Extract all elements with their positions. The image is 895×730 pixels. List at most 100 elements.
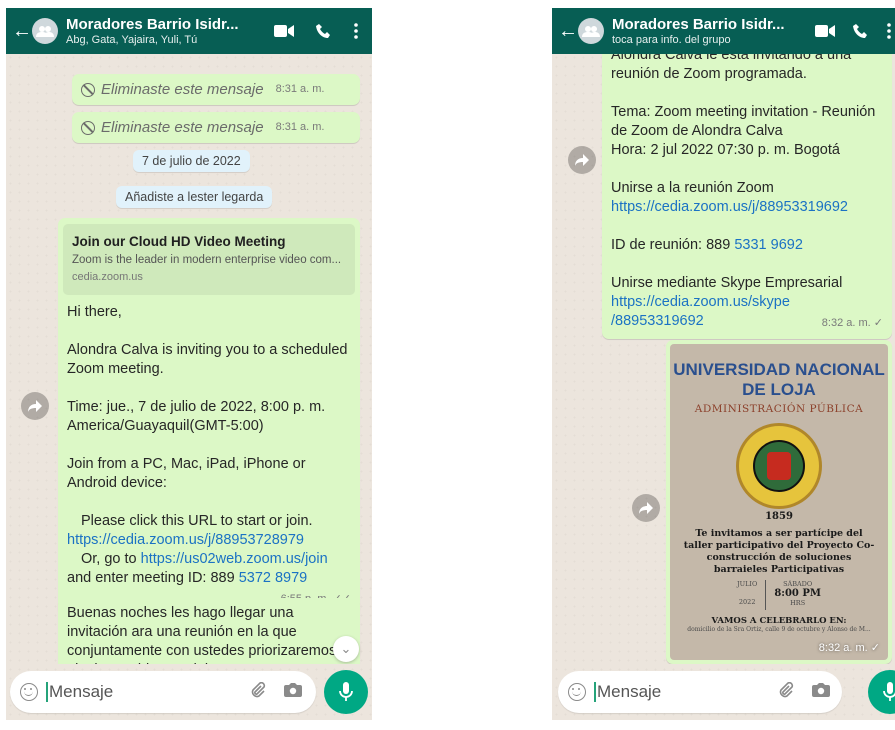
flyer-year-small: 2022 <box>738 598 756 606</box>
group-members: Abg, Gata, Yajaira, Yuli, Tú <box>66 34 198 46</box>
message-list[interactable]: Alondra Calva le está invitando a una re… <box>552 54 895 664</box>
flyer-time: 8:00 PM <box>774 588 821 599</box>
preview-title: Join our Cloud HD Video Meeting <box>72 234 286 249</box>
camera-icon[interactable] <box>812 682 830 702</box>
back-arrow-icon[interactable]: ← <box>558 21 578 41</box>
chat-header: ← Moradores Barrio Isidr... toca para in… <box>552 8 895 54</box>
group-icon <box>36 26 54 37</box>
message-input[interactable]: Mensaje <box>10 671 316 713</box>
message-text: Unirse mediante Skype Empresarial <box>611 275 843 291</box>
voice-call-icon[interactable] <box>316 23 332 39</box>
link-preview[interactable]: Join our Cloud HD Video Meeting Zoom is … <box>63 224 355 295</box>
chat-title-block[interactable]: Moradores Barrio Isidr... toca para info… <box>612 16 815 46</box>
chevron-down-icon: ⌄ <box>340 641 352 656</box>
check-icon: ✓ <box>870 642 880 654</box>
compose-bar: Mensaje <box>552 664 895 720</box>
group-icon <box>582 26 600 37</box>
message-paragraph: Hi there, <box>67 304 122 320</box>
attach-icon[interactable] <box>778 681 794 703</box>
flyer-celebrate: VAMOS A CELEBRARLO EN: <box>711 616 847 626</box>
message-paragraph: Please click this URL to start or join. <box>81 513 313 529</box>
flyer-year: 1859 <box>765 511 793 522</box>
flyer-department: ADMINISTRACIÓN PÚBLICA <box>694 403 864 415</box>
zoom-join-link[interactable]: https://us02web.zoom.us/join <box>141 551 328 567</box>
more-options-icon[interactable] <box>887 23 891 39</box>
video-call-icon[interactable] <box>274 24 294 38</box>
message-time: 8:31 a. m. <box>275 83 325 95</box>
group-info-hint: toca para info. del grupo <box>612 34 731 46</box>
date-chip: 7 de julio de 2022 <box>133 150 250 172</box>
flyer-invite-text: Te invitamos a ser partícipe del taller … <box>683 528 875 575</box>
deleted-message[interactable]: Eliminaste este mensaje 8:31 a. m. <box>72 112 360 143</box>
deleted-icon <box>81 82 95 97</box>
flyer-university: UNIVERSIDAD NACIONAL DE LOJA <box>673 360 885 399</box>
zoom-link[interactable]: https://cedia.zoom.us/j/88953728979 <box>67 531 351 550</box>
emoji-icon[interactable] <box>20 683 38 701</box>
compose-bar: Mensaje <box>6 664 372 720</box>
event-flyer-image[interactable]: UNIVERSIDAD NACIONAL DE LOJA ADMINISTRAC… <box>670 344 888 660</box>
left-phone-screen: ← Moradores Barrio Isidr... Abg, Gata, Y… <box>6 8 372 720</box>
voice-call-icon[interactable] <box>853 23 869 39</box>
preview-domain: cedia.zoom.us <box>72 271 143 283</box>
message-list[interactable]: Eliminaste este mensaje 8:31 a. m. Elimi… <box>6 54 372 664</box>
voice-record-button[interactable] <box>324 670 368 714</box>
zoom-link[interactable]: https://cedia.zoom.us/j/88953319692 <box>611 198 883 217</box>
message-time: 8:32 a. m. <box>821 317 871 329</box>
voice-record-button[interactable] <box>868 670 895 714</box>
message-text: Unirse a la reunión Zoom <box>611 180 774 196</box>
message-input[interactable]: Mensaje <box>558 671 842 713</box>
flyer-weekday: SÁBADO <box>783 580 813 588</box>
message-paragraph: Time: jue., 7 de julio de 2022, 8:00 p. … <box>67 399 326 434</box>
microphone-icon <box>339 682 353 701</box>
message-placeholder: Mensaje <box>49 682 114 701</box>
forward-icon[interactable] <box>568 146 596 174</box>
message-text: Hora: 2 jul 2022 07:30 p. m. Bogotá <box>611 142 840 158</box>
video-call-icon[interactable] <box>815 24 835 38</box>
message-paragraph: Join from a PC, Mac, iPad, iPhone or And… <box>67 456 306 491</box>
group-avatar[interactable] <box>32 18 58 44</box>
message-paragraph: ID de reunión: 889 5331 9692 <box>611 236 883 255</box>
forward-icon[interactable] <box>632 494 660 522</box>
text-cursor <box>594 682 596 702</box>
message-time: 8:31 a. m. <box>275 121 325 133</box>
back-arrow-icon[interactable]: ← <box>12 21 32 41</box>
flyer-date-row: JULIO 2022 SÁBADO 8:00 PM HRS <box>670 580 888 610</box>
message-meta: 8:32 a. m. ✓ <box>819 641 880 654</box>
forward-icon[interactable] <box>21 392 49 420</box>
zoom-invite-message[interactable]: Join our Cloud HD Video Meeting Zoom is … <box>58 218 360 615</box>
flyer-month: JULIO <box>737 580 758 588</box>
right-phone-screen: ← Moradores Barrio Isidr... toca para in… <box>552 8 895 720</box>
message-text: ID de reunión: 889 <box>611 237 731 253</box>
message-time: 8:32 a. m. <box>818 642 868 654</box>
message-paragraph: Alondra Calva is inviting you to a sched… <box>67 342 348 377</box>
message-bubble[interactable]: Buenas noches les hago llegar una invita… <box>58 598 360 664</box>
message-text: and enter meeting ID: 889 <box>67 570 235 586</box>
deleted-message[interactable]: Eliminaste este mensaje 8:31 a. m. <box>72 74 360 105</box>
deleted-icon <box>81 120 95 135</box>
message-placeholder: Mensaje <box>597 682 662 701</box>
deleted-text: Eliminaste este mensaje <box>101 119 264 136</box>
microphone-icon <box>883 682 895 701</box>
message-paragraph: Unirse a la reunión Zoom https://cedia.z… <box>611 179 883 217</box>
message-text: Tema: Zoom meeting invitation - Reunión … <box>611 104 876 139</box>
flyer-address: domicilio de la Sra Ortiz, calle 9 de oc… <box>687 626 871 633</box>
text-cursor <box>46 682 48 702</box>
meeting-id-link[interactable]: 5372 8979 <box>239 570 308 586</box>
image-message[interactable]: UNIVERSIDAD NACIONAL DE LOJA ADMINISTRAC… <box>666 340 892 664</box>
zoom-invite-message[interactable]: Alondra Calva le está invitando a una re… <box>602 54 892 339</box>
group-name: Moradores Barrio Isidr... <box>66 16 239 33</box>
divider <box>765 580 767 610</box>
check-icon: ✓ <box>873 317 883 329</box>
preview-description: Zoom is the leader in modern enterprise … <box>72 254 342 266</box>
message-text: Or, go to <box>81 551 137 567</box>
group-name: Moradores Barrio Isidr... <box>612 16 785 33</box>
emoji-icon[interactable] <box>568 683 586 701</box>
more-options-icon[interactable] <box>354 23 358 39</box>
flyer-hrs: HRS <box>790 599 806 607</box>
chat-title-block[interactable]: Moradores Barrio Isidr... Abg, Gata, Yaj… <box>66 16 274 46</box>
meeting-id-link[interactable]: 5331 9692 <box>734 237 803 253</box>
group-avatar[interactable] <box>578 18 604 44</box>
attach-icon[interactable] <box>250 681 266 703</box>
scroll-down-button[interactable]: ⌄ <box>333 636 359 662</box>
camera-icon[interactable] <box>284 682 302 702</box>
